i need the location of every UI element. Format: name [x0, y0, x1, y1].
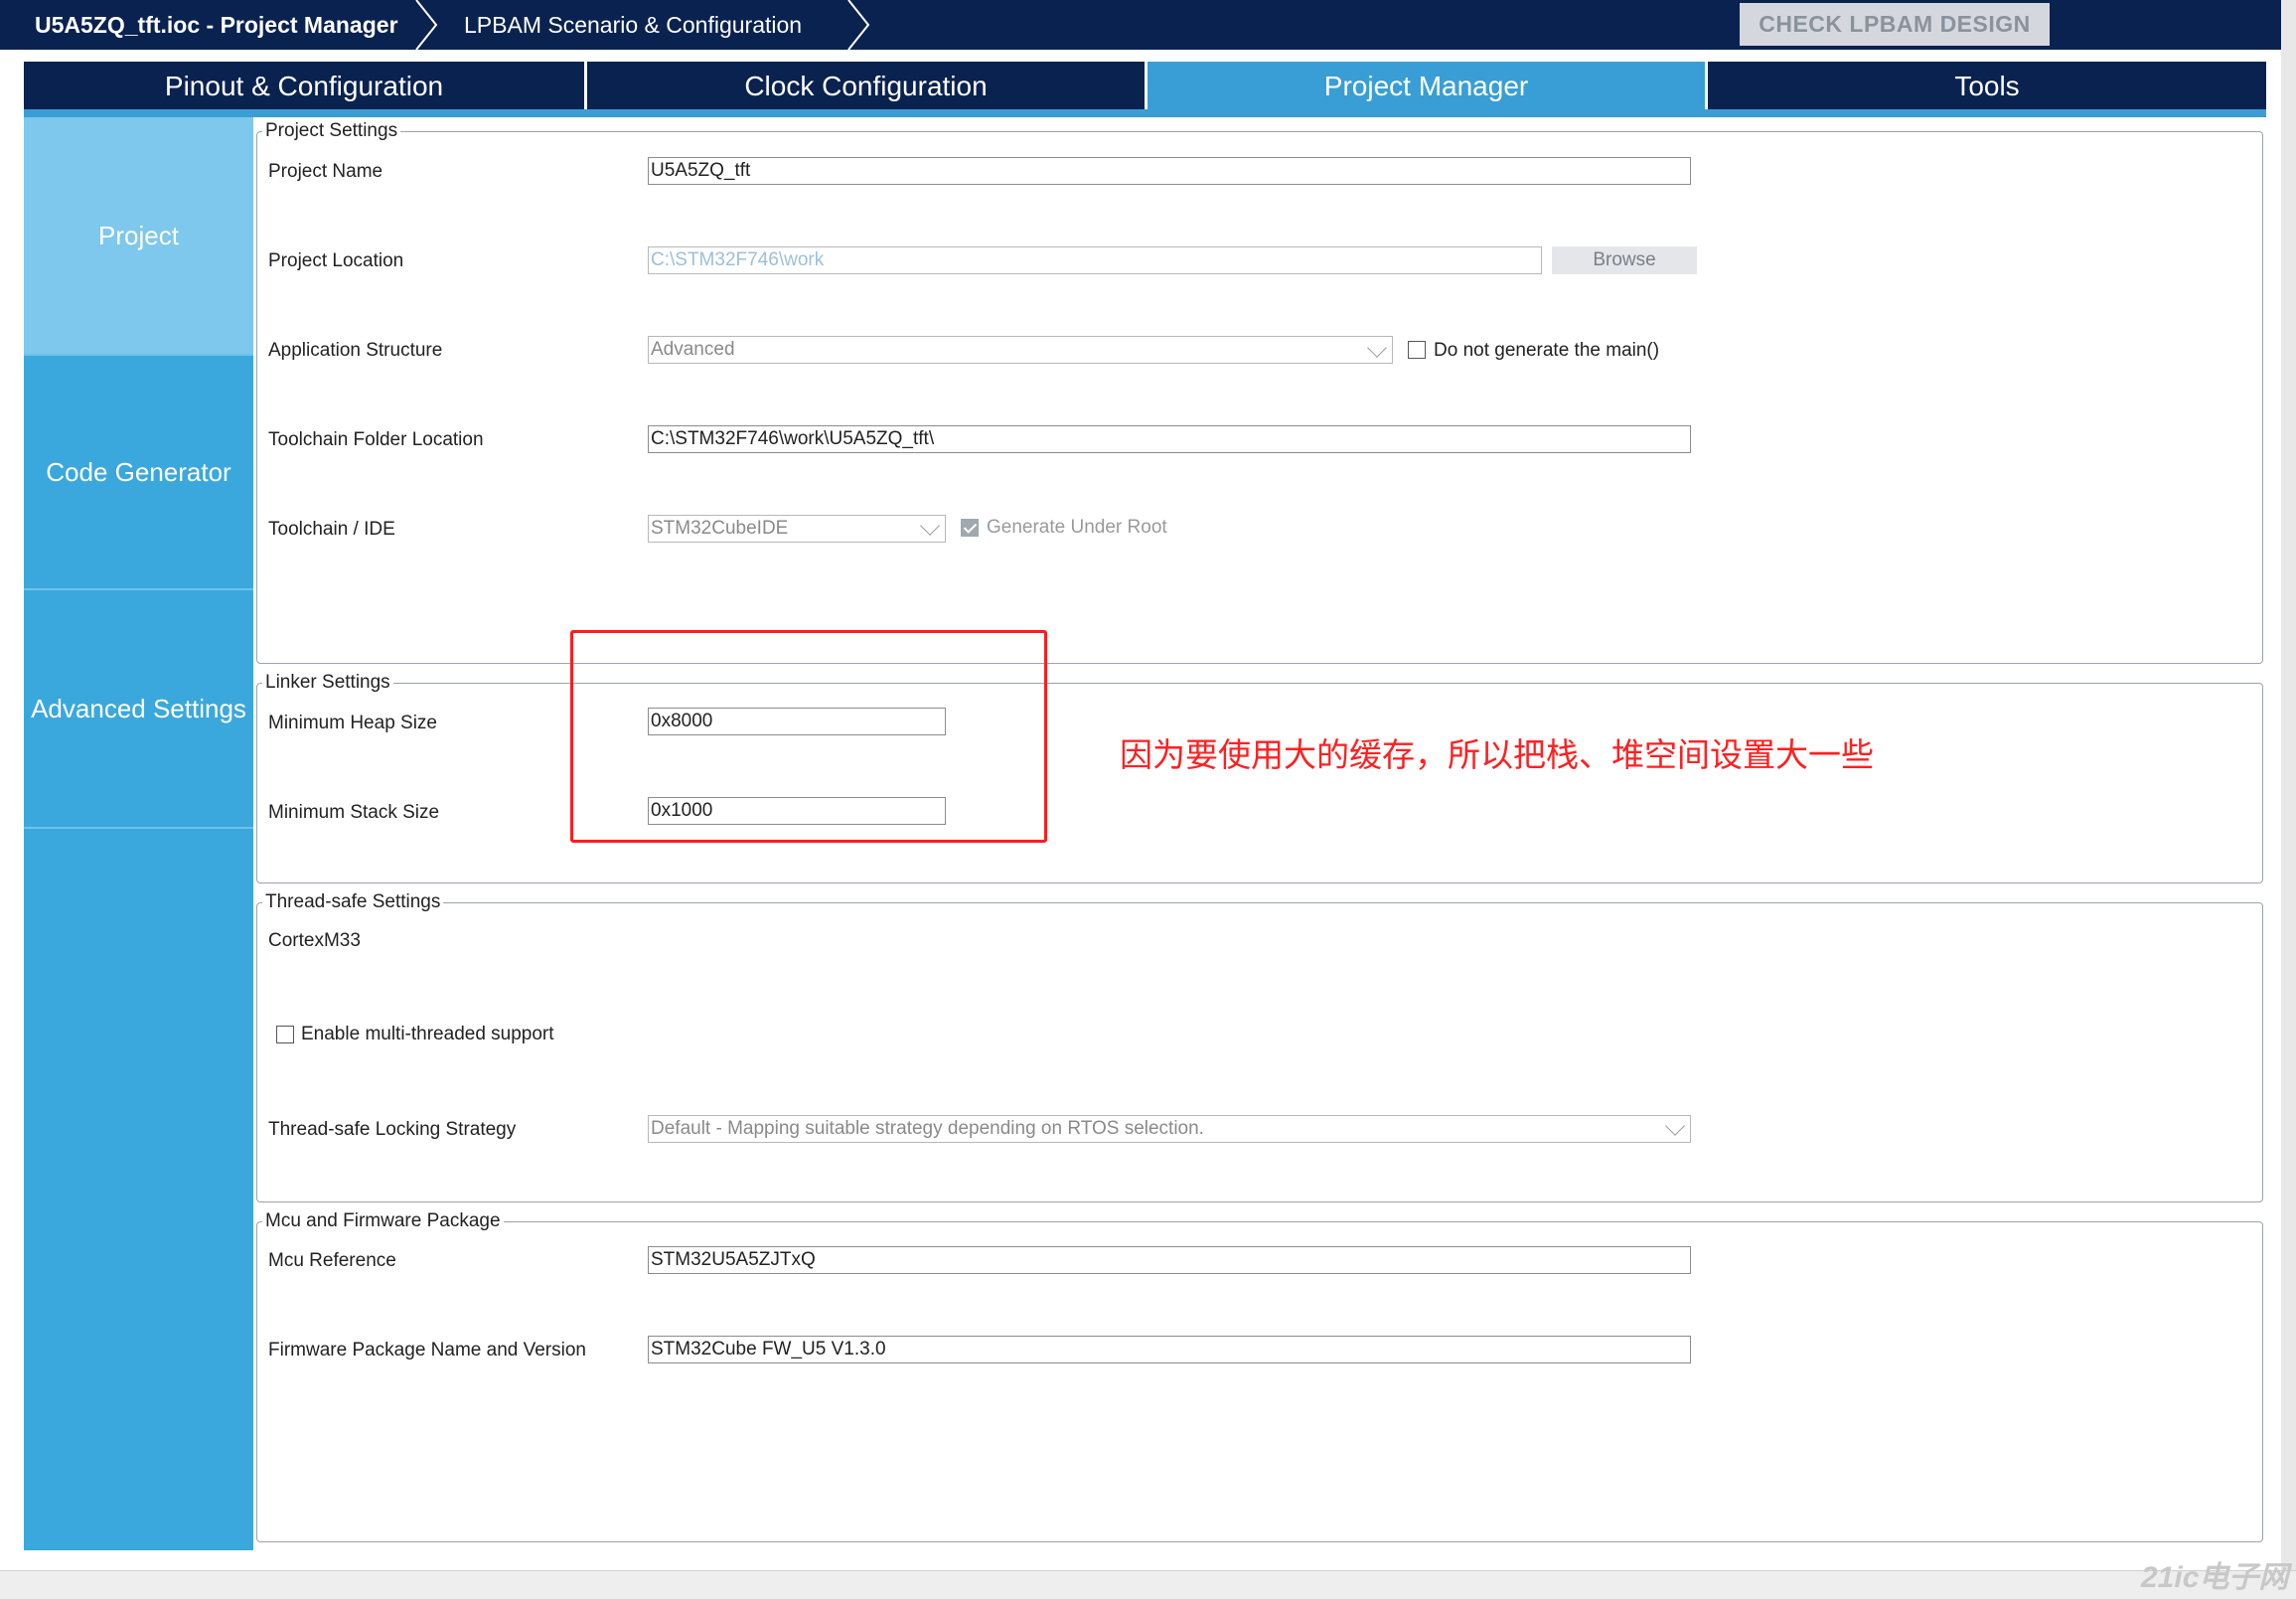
enable-multithreaded-label: Enable multi-threaded support: [301, 1024, 554, 1044]
firmware-package-input[interactable]: STM32Cube FW_U5 V1.3.0: [648, 1336, 1691, 1363]
sidebar-item-advanced-settings[interactable]: Advanced Settings: [24, 590, 253, 829]
core-label: CortexM33: [268, 930, 361, 951]
status-bar: [0, 1570, 2296, 1599]
project-name-input[interactable]: U5A5ZQ_tft: [648, 157, 1691, 185]
project-settings-group: [256, 131, 2263, 664]
breadcrumb-file[interactable]: U5A5ZQ_tft.ioc - Project Manager: [35, 0, 398, 50]
breadcrumb-separator-icon: [415, 0, 438, 50]
mcu-reference-label: Mcu Reference: [268, 1250, 396, 1271]
do-not-generate-main-label: Do not generate the main(): [1434, 340, 1660, 361]
toolchain-ide-value: STM32CubeIDE: [651, 518, 789, 539]
application-structure-label: Application Structure: [268, 340, 443, 361]
sidebar-item-label: Advanced Settings: [31, 693, 246, 723]
tab-project-manager[interactable]: Project Manager: [1148, 62, 1705, 109]
locking-strategy-select[interactable]: Default - Mapping suitable strategy depe…: [648, 1115, 1691, 1143]
tab-underline: [24, 109, 2266, 117]
breadcrumb-separator-icon: [847, 0, 870, 50]
toolchain-ide-select[interactable]: STM32CubeIDE: [648, 515, 946, 543]
check-lpbam-design-button[interactable]: CHECK LPBAM DESIGN: [1740, 3, 2050, 46]
application-structure-select[interactable]: Advanced: [648, 336, 1393, 364]
firmware-package-label: Firmware Package Name and Version: [268, 1340, 586, 1360]
tab-pinout-configuration[interactable]: Pinout & Configuration: [24, 62, 584, 109]
sidebar-item-label: Code Generator: [46, 456, 231, 487]
browse-button[interactable]: Browse: [1552, 246, 1697, 274]
min-heap-size-label: Minimum Heap Size: [268, 713, 437, 733]
generate-under-root-label: Generate Under Root: [987, 517, 1167, 538]
mcu-firmware-title: Mcu and Firmware Package: [262, 1210, 504, 1232]
watermark-logo: 21ic电子网: [2141, 1561, 2289, 1594]
toolchain-ide-label: Toolchain / IDE: [268, 519, 395, 540]
toolchain-folder-label: Toolchain Folder Location: [268, 429, 484, 450]
thread-safe-settings-group: [256, 902, 2263, 1202]
annotation-text: 因为要使用大的缓存，所以把栈、堆空间设置大一些: [1120, 735, 1874, 774]
sidebar-item-project[interactable]: Project: [24, 117, 253, 356]
sidebar-item-label: Project: [98, 220, 179, 250]
application-structure-value: Advanced: [651, 339, 735, 360]
do-not-generate-main-checkbox[interactable]: [1408, 341, 1426, 359]
window-right-edge: [2281, 0, 2296, 1599]
linker-settings-group: [256, 683, 2263, 883]
project-location-input[interactable]: C:\STM32F746\work: [648, 246, 1542, 274]
project-settings-title: Project Settings: [262, 120, 401, 142]
tab-tools[interactable]: Tools: [1708, 62, 2266, 109]
sidebar-item-code-generator[interactable]: Code Generator: [24, 356, 253, 590]
locking-strategy-value: Default - Mapping suitable strategy depe…: [651, 1118, 1204, 1139]
generate-under-root-checkbox[interactable]: [961, 519, 979, 537]
min-stack-size-label: Minimum Stack Size: [268, 802, 440, 823]
breadcrumb-scenario[interactable]: LPBAM Scenario & Configuration: [464, 0, 802, 50]
enable-multithreaded-checkbox[interactable]: [276, 1026, 294, 1043]
thread-safe-settings-title: Thread-safe Settings: [262, 891, 444, 913]
locking-strategy-label: Thread-safe Locking Strategy: [268, 1119, 517, 1140]
project-name-label: Project Name: [268, 161, 383, 182]
toolchain-folder-input[interactable]: C:\STM32F746\work\U5A5ZQ_tft\: [648, 425, 1691, 453]
mcu-reference-input[interactable]: STM32U5A5ZJTxQ: [648, 1246, 1691, 1274]
project-location-label: Project Location: [268, 250, 404, 271]
tab-clock-configuration[interactable]: Clock Configuration: [587, 62, 1145, 109]
linker-settings-title: Linker Settings: [262, 672, 393, 694]
annotation-highlight-box: [570, 630, 1047, 843]
